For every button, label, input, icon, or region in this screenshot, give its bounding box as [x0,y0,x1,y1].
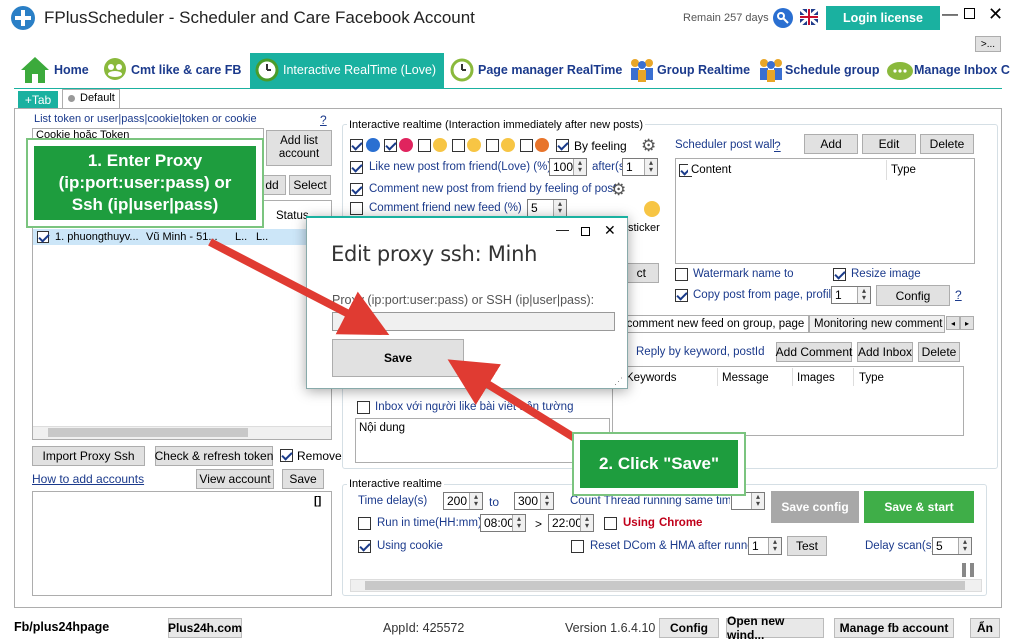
arrow-to-field [208,238,390,336]
status-version: Version 1.6.4.10 [565,621,656,635]
status-appid: AppId: 425572 [383,621,465,635]
status-site-button[interactable]: Plus24h.com [168,618,242,638]
annotation-arrows [208,238,581,444]
lang-button[interactable]: Ẩn [970,618,1000,638]
callout-enter-proxy: 1. Enter Proxy (ip:port:user:pass) or Ss… [26,138,264,228]
manage-account-button[interactable]: Manage fb account [834,618,954,638]
arrow-to-save [447,359,581,444]
callout-click-save: 2. Click "Save" [572,432,746,496]
status-config-button[interactable]: Config [659,618,719,638]
open-window-button[interactable]: Open new wind... [726,614,824,642]
status-fb: Fb/plus24hpage [14,620,110,634]
